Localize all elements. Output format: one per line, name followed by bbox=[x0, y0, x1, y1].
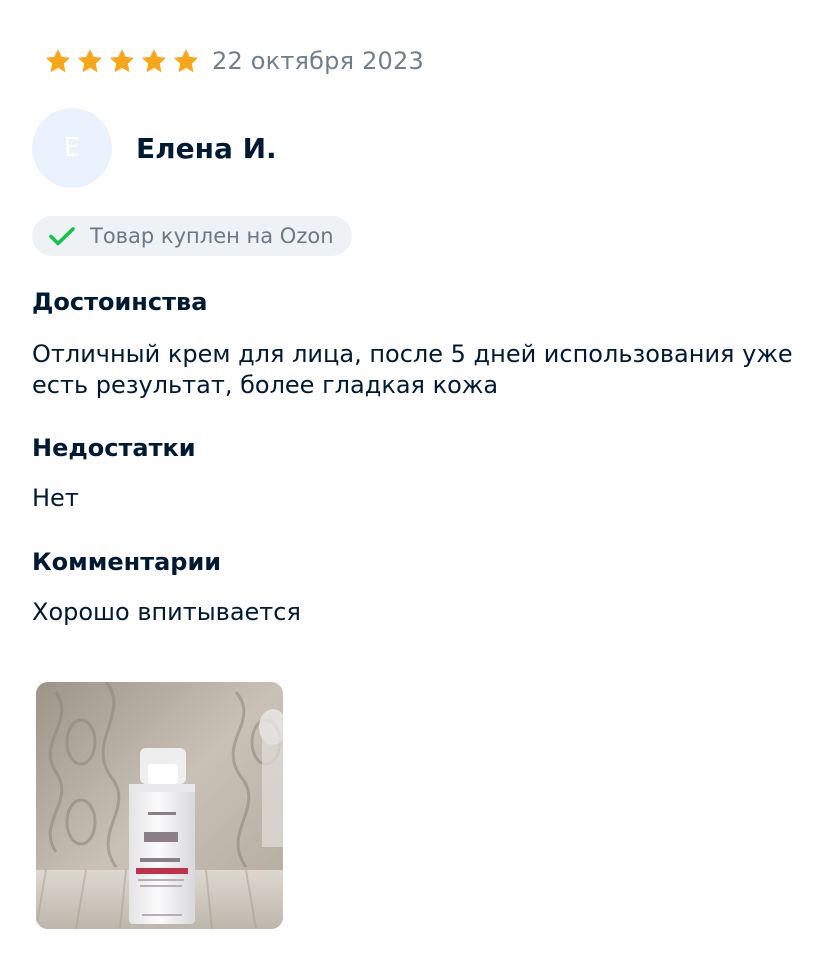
verified-purchase-text: Товар куплен на Ozon bbox=[90, 224, 334, 248]
cons-text: Нет bbox=[32, 484, 79, 512]
comments-text: Хорошо впитывается bbox=[32, 598, 301, 626]
comments-title: Комментарии bbox=[32, 548, 222, 576]
product-photo-image bbox=[36, 682, 283, 929]
star-icon bbox=[173, 49, 199, 73]
author-name[interactable]: Елена И. bbox=[136, 132, 277, 165]
review-date: 22 октября 2023 bbox=[212, 47, 424, 75]
checkmark-icon bbox=[49, 227, 75, 246]
cons-title: Недостатки bbox=[32, 434, 196, 462]
star-icon bbox=[109, 49, 135, 73]
rating-stars bbox=[44, 47, 204, 75]
pros-title: Достоинства bbox=[32, 288, 208, 316]
author-block: Е Елена И. bbox=[32, 108, 277, 188]
star-icon bbox=[77, 49, 103, 73]
pros-text: Отличный крем для лица, после 5 дней исп… bbox=[32, 340, 793, 399]
avatar[interactable]: Е bbox=[32, 108, 112, 188]
review-photo[interactable] bbox=[36, 682, 283, 929]
star-icon bbox=[141, 49, 167, 73]
verified-purchase-badge: Товар куплен на Ozon bbox=[32, 216, 352, 256]
avatar-letter: Е bbox=[63, 133, 81, 163]
star-icon bbox=[45, 49, 71, 73]
review-header: 22 октября 2023 bbox=[44, 44, 424, 78]
